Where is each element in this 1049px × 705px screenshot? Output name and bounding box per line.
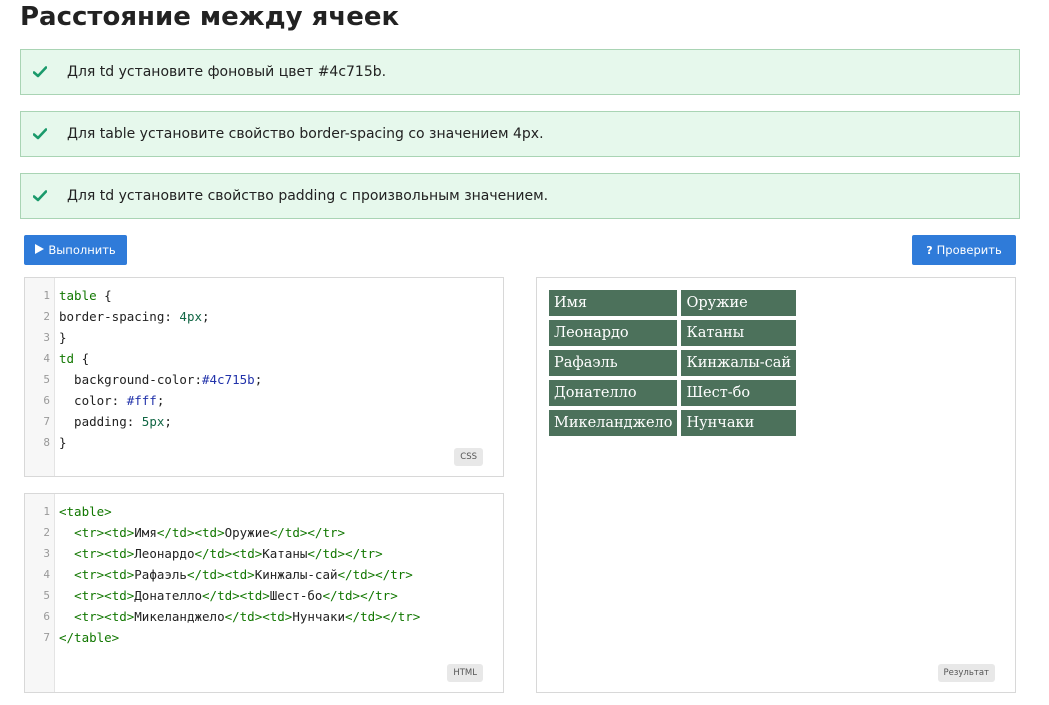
table-row: Имя Оружие bbox=[549, 290, 797, 316]
line-number: 5 bbox=[43, 373, 50, 386]
task-text: Для td установите фоновый цвет #4c715b. bbox=[67, 64, 387, 80]
code-text[interactable]: border-spacing: 4px; bbox=[59, 306, 210, 327]
table-cell: Рафаэль bbox=[549, 350, 678, 376]
table-cell: Донателло bbox=[549, 380, 678, 406]
table-cell: Леонардо bbox=[549, 320, 678, 346]
code-text[interactable]: background-color:#4c715b; bbox=[59, 369, 262, 390]
line-number: 5 bbox=[43, 589, 50, 602]
table-row: Донателло Шест-бо bbox=[549, 380, 797, 406]
result-panel: Имя Оружие Леонардо Катаны Рафаэль Кинжалы-са… bbox=[536, 277, 1016, 693]
table-cell: Оружие bbox=[681, 290, 797, 316]
code-line: 4 td { bbox=[25, 348, 503, 369]
code-line: 7 </table> bbox=[25, 627, 503, 648]
table-cell: Имя bbox=[549, 290, 678, 316]
table-row: Леонардо Катаны bbox=[549, 320, 797, 346]
line-number: 7 bbox=[43, 415, 50, 428]
html-editor[interactable]: 1 <table> 2 <tr><td>Имя</td><td>Оружие</td… bbox=[24, 493, 504, 693]
code-line: 5 background-color:#4c715b; bbox=[25, 369, 503, 390]
task-item: Для td установите фоновый цвет #4c715b. bbox=[20, 49, 1020, 95]
code-line: 3 <tr><td>Леонардо</td><td>Катаны</td></… bbox=[25, 543, 503, 564]
task-text: Для td установите свойство padding с про… bbox=[67, 188, 549, 204]
code-text[interactable]: <tr><td>Рафаэль</td><td>Кинжалы-сай</td>… bbox=[59, 564, 413, 585]
check-icon bbox=[33, 128, 47, 140]
run-button-label: Выполнить bbox=[48, 243, 116, 257]
code-text[interactable]: padding: 5px; bbox=[59, 411, 172, 432]
check-button-label: Проверить bbox=[936, 243, 1002, 257]
check-icon bbox=[33, 66, 47, 78]
task-item: Для table установите свойство border-spa… bbox=[20, 111, 1020, 157]
code-text[interactable]: td { bbox=[59, 348, 89, 369]
table-cell: Шест-бо bbox=[681, 380, 797, 406]
table-row: Рафаэль Кинжалы-сай bbox=[549, 350, 797, 376]
code-line: 2 <tr><td>Имя</td><td>Оружие</td></tr> bbox=[25, 522, 503, 543]
code-line: 6 <tr><td>Микеланджело</td><td>Нунчаки</… bbox=[25, 606, 503, 627]
table-cell: Катаны bbox=[681, 320, 797, 346]
code-line: 8} bbox=[25, 432, 503, 453]
line-number: 3 bbox=[43, 547, 50, 560]
code-line: 4 <tr><td>Рафаэль</td><td>Кинжалы-сай</t… bbox=[25, 564, 503, 585]
line-number: 6 bbox=[43, 610, 50, 623]
code-line: 1 <table> bbox=[25, 501, 503, 522]
line-number: 3 bbox=[43, 331, 50, 344]
code-text[interactable]: } bbox=[59, 432, 67, 453]
code-text[interactable]: <tr><td>Микеланджело</td><td>Нунчаки</td… bbox=[59, 606, 420, 627]
code-line: 2 border-spacing: 4px; bbox=[25, 306, 503, 327]
task-item: Для td установите свойство padding с про… bbox=[20, 173, 1020, 219]
table-cell: Микеланджело bbox=[549, 410, 678, 436]
table-cell: Кинжалы-сай bbox=[681, 350, 797, 376]
result-table: Имя Оружие Леонардо Катаны Рафаэль Кинжалы-са… bbox=[545, 286, 800, 440]
line-number: 6 bbox=[43, 394, 50, 407]
html-badge: HTML bbox=[447, 664, 483, 682]
line-number: 4 bbox=[43, 352, 50, 365]
result-badge: Результат bbox=[937, 664, 995, 682]
code-text[interactable]: } bbox=[59, 327, 67, 348]
css-editor[interactable]: 1 table {2 border-spacing: 4px; 3} 4 td {5 ba… bbox=[24, 277, 504, 477]
code-text[interactable]: color: #fff; bbox=[59, 390, 164, 411]
check-icon bbox=[33, 190, 47, 202]
line-number: 8 bbox=[43, 436, 50, 449]
line-number: 2 bbox=[43, 526, 50, 539]
css-badge: CSS bbox=[454, 448, 483, 466]
run-button[interactable]: Выполнить bbox=[24, 235, 127, 265]
code-line: 1 table { bbox=[25, 285, 503, 306]
play-icon bbox=[35, 243, 45, 257]
code-line: 5 <tr><td>Донателло</td><td>Шест-бо</td>… bbox=[25, 585, 503, 606]
code-text[interactable]: table { bbox=[59, 285, 112, 306]
code-text[interactable]: <table> bbox=[59, 501, 112, 522]
code-line: 3} bbox=[25, 327, 503, 348]
line-number: 2 bbox=[43, 310, 50, 323]
code-text[interactable]: <tr><td>Леонардо</td><td>Катаны</td></tr… bbox=[59, 543, 383, 564]
code-line: 6 color: #fff; bbox=[25, 390, 503, 411]
code-text[interactable]: <tr><td>Донателло</td><td>Шест-бо</td></… bbox=[59, 585, 398, 606]
line-number: 4 bbox=[43, 568, 50, 581]
question-icon: ? bbox=[926, 243, 933, 257]
code-text[interactable]: <tr><td>Имя</td><td>Оружие</td></tr> bbox=[59, 522, 345, 543]
code-text[interactable]: </table> bbox=[59, 627, 119, 648]
line-number: 7 bbox=[43, 631, 50, 644]
check-button[interactable]: ? Проверить bbox=[912, 235, 1016, 265]
task-text: Для table установите свойство border-spa… bbox=[67, 126, 544, 142]
page-title: Расстояние между ячеек bbox=[20, 2, 400, 32]
line-number: 1 bbox=[43, 505, 50, 518]
table-cell: Нунчаки bbox=[681, 410, 797, 436]
line-number: 1 bbox=[43, 289, 50, 302]
table-row: Микеланджело Нунчаки bbox=[549, 410, 797, 436]
code-line: 7 padding: 5px; bbox=[25, 411, 503, 432]
